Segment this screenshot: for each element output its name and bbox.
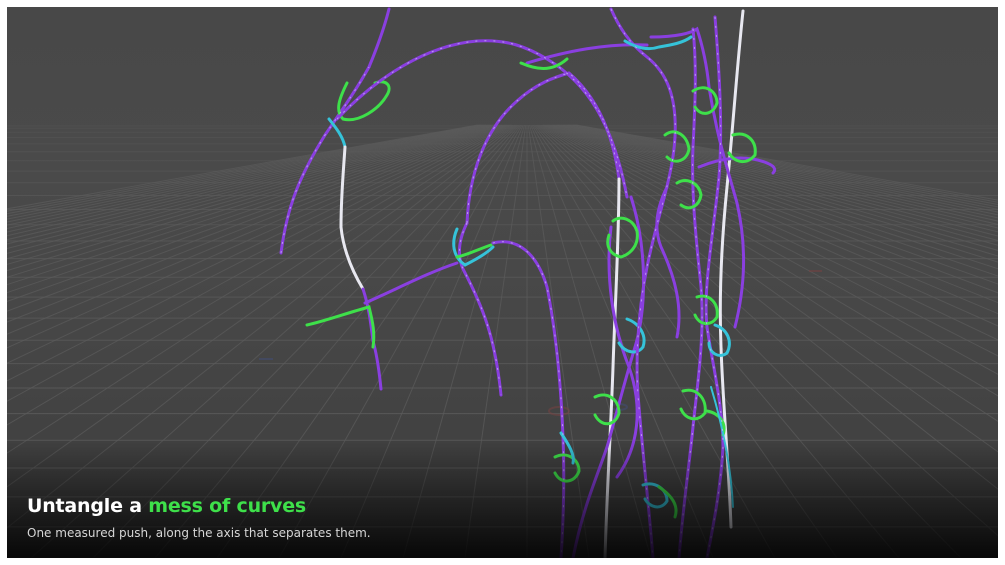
axis-markers <box>259 270 822 416</box>
caption-title-highlight: mess of curves <box>148 495 307 517</box>
curve-strand-center-top <box>525 43 649 65</box>
curve-strand-left-green-knot <box>337 80 391 122</box>
curve-strand-left-green-cross <box>305 305 376 349</box>
curve-strand-inner-green <box>455 243 493 259</box>
caption-subtitle: One measured push, along the axis that s… <box>27 526 371 540</box>
curve-strand-inner-arc <box>465 71 621 225</box>
caption-title: Untangle a mess of curves <box>27 495 371 517</box>
caption: Untangle a mess of curves One measured p… <box>27 495 371 540</box>
viewport[interactable]: Untangle a mess of curves One measured p… <box>7 7 998 558</box>
caption-title-prefix: Untangle a <box>27 495 149 517</box>
curve-strand-left-cyan <box>327 117 347 149</box>
curve-strand-left-arc-tip <box>367 7 391 69</box>
curve-strand-right-knot-a <box>623 35 693 51</box>
